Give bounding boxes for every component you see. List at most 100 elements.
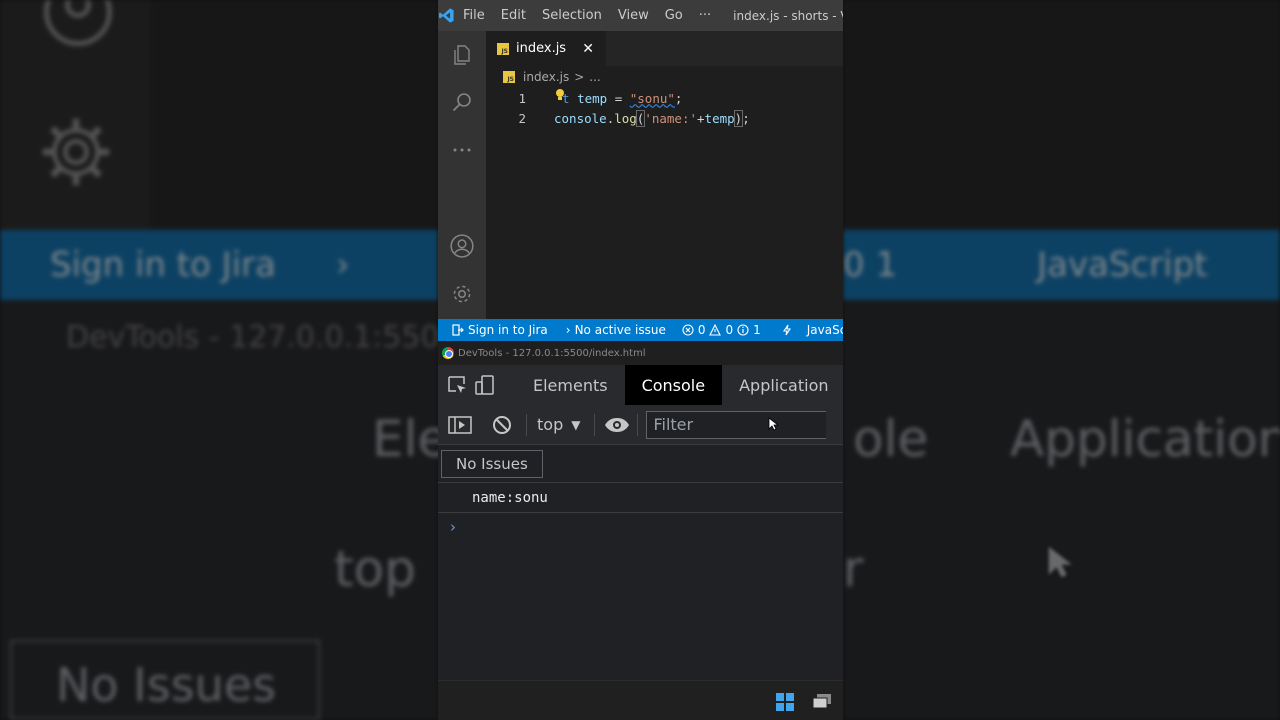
breadcrumb-file[interactable]: index.js	[523, 70, 569, 84]
jira-icon	[452, 324, 464, 336]
bg-statusbar-left: Sign in to Jira ›	[0, 230, 438, 300]
mouse-cursor-icon	[768, 417, 778, 431]
explorer-icon[interactable]	[448, 41, 476, 69]
chrome-logo-icon	[442, 347, 454, 359]
warning-icon	[709, 324, 722, 336]
line-number: 1	[518, 90, 526, 106]
bg-application-text: Application	[1010, 410, 1280, 468]
menu-go[interactable]: Go	[657, 8, 691, 23]
tab-elements[interactable]: Elements	[516, 365, 625, 405]
issue-label: No active issue	[574, 323, 666, 337]
devtools-tab-bar: Elements Console Application	[438, 365, 843, 405]
language-mode[interactable]: JavaScript	[799, 323, 843, 337]
code-line-2: 2 console.log('name:'+temp);	[486, 108, 843, 128]
code-text: console.log('name:'+temp);	[554, 109, 750, 127]
toolbar-divider	[594, 413, 596, 436]
bg-console-partial: ole	[853, 410, 929, 468]
breadcrumb-separator: >	[574, 70, 585, 84]
activity-bar	[438, 31, 486, 319]
no-issues-button[interactable]: No Issues	[441, 449, 543, 478]
task-view-icon[interactable]	[812, 693, 832, 709]
bg-gear-icon	[42, 118, 110, 186]
tab-label: index.js	[516, 41, 567, 56]
bg-issues-box	[10, 640, 320, 720]
warning-count: 0	[725, 323, 734, 337]
breadcrumb-more[interactable]: ...	[589, 70, 600, 84]
filter-input[interactable]: Filter	[646, 410, 827, 439]
toolbar-divider	[526, 413, 527, 436]
editor-tabs: JS index.js ✕	[486, 31, 843, 66]
menu-view[interactable]: View	[610, 8, 657, 23]
issues-bar: No Issues	[438, 445, 843, 483]
console-prompt[interactable]: ›	[438, 513, 843, 541]
error-count: 0	[697, 323, 706, 337]
chevron-right-icon: ›	[565, 323, 571, 337]
js-file-icon: JS	[497, 42, 509, 55]
breadcrumb: JS index.js > ...	[486, 66, 843, 88]
bg-language-text: JavaScript	[1037, 245, 1208, 285]
bg-devtools-left: DevTools - 127.0.0.1:5500/ Ele top No Is…	[0, 300, 469, 720]
bg-counts-text: 0 1	[843, 245, 898, 285]
status-bar: Sign in to Jira › No active issue 0 0 1 …	[438, 319, 843, 341]
bg-top-text: top	[334, 540, 416, 598]
bg-jira-text: Sign in to Jira	[50, 245, 276, 285]
editor-area: JS index.js ✕ JS index.js > ... 1 t temp…	[486, 31, 843, 319]
bg-filter-partial: r	[843, 540, 864, 598]
more-icon[interactable]	[448, 136, 476, 164]
menu-edit[interactable]: Edit	[493, 8, 534, 23]
taskbar	[438, 680, 843, 720]
menu-more[interactable]: ···	[691, 8, 719, 23]
code-line-1: 1 t temp = "sonu";	[486, 88, 843, 108]
eye-icon[interactable]	[603, 411, 631, 439]
problems-indicator[interactable]: 0 0 1	[672, 323, 767, 337]
bg-activity-bar	[0, 0, 150, 230]
bg-statusbar-right: 0 1 JavaScript	[843, 230, 1280, 300]
bg-devtools-right: ole Application r	[843, 300, 1280, 720]
inspect-element-icon[interactable]	[446, 371, 468, 399]
gear-icon[interactable]	[448, 280, 476, 308]
filter-placeholder: Filter	[653, 415, 694, 434]
devtools-window-title: DevTools - 127.0.0.1:5500/index.html	[458, 347, 646, 359]
clear-console-icon[interactable]	[488, 411, 516, 439]
close-icon[interactable]: ✕	[582, 41, 594, 57]
prompt-chevron-icon: ›	[450, 518, 456, 536]
code-text: t temp = "sonu";	[562, 90, 683, 106]
bg-devtools-title: DevTools - 127.0.0.1:5500/	[66, 320, 469, 355]
bg-tab-partial: Ele	[372, 410, 449, 468]
active-issue[interactable]: › No active issue	[554, 323, 672, 337]
info-count: 1	[753, 323, 761, 337]
title-bar: File Edit Selection View Go ··· index.js…	[438, 0, 843, 31]
line-number: 2	[518, 110, 526, 126]
js-file-icon: JS	[503, 71, 515, 83]
tab-console[interactable]: Console	[624, 365, 723, 405]
menu-file[interactable]: File	[455, 8, 493, 23]
menu-selection[interactable]: Selection	[534, 8, 610, 23]
context-value: top	[537, 415, 564, 434]
console-toolbar: top ▼ Filter	[438, 405, 843, 445]
chevron-down-icon: ▼	[571, 417, 581, 432]
jira-signin[interactable]: Sign in to Jira	[438, 323, 554, 337]
tab-index-js[interactable]: JS index.js ✕	[486, 31, 606, 66]
context-selector[interactable]: top ▼	[537, 415, 594, 434]
search-icon[interactable]	[448, 88, 476, 116]
vscode-window: File Edit Selection View Go ··· index.js…	[438, 0, 843, 720]
error-icon	[682, 324, 694, 336]
plug-icon[interactable]	[767, 324, 799, 336]
windows-start-icon[interactable]	[776, 693, 794, 711]
console-log-line: name:sonu	[438, 483, 843, 513]
info-icon	[737, 324, 749, 336]
bg-account-icon	[44, 0, 112, 46]
device-toolbar-icon[interactable]	[474, 371, 496, 399]
language-label: JavaScript	[806, 323, 843, 337]
sidebar-toggle-icon[interactable]	[446, 411, 474, 439]
toolbar-divider	[637, 413, 639, 436]
code-editor[interactable]: 1 t temp = "sonu"; 2 console.log('name:'…	[486, 88, 843, 128]
tab-application[interactable]: Application	[722, 365, 843, 405]
console-output: name:sonu ›	[438, 483, 843, 680]
bg-mouse-cursor-icon	[1048, 546, 1072, 578]
account-icon[interactable]	[448, 232, 476, 260]
vscode-logo-icon	[438, 0, 455, 31]
window-title: index.js - shorts - V	[733, 8, 843, 23]
jira-label: Sign in to Jira	[468, 323, 548, 337]
devtools-title-bar: DevTools - 127.0.0.1:5500/index.html	[438, 341, 843, 365]
